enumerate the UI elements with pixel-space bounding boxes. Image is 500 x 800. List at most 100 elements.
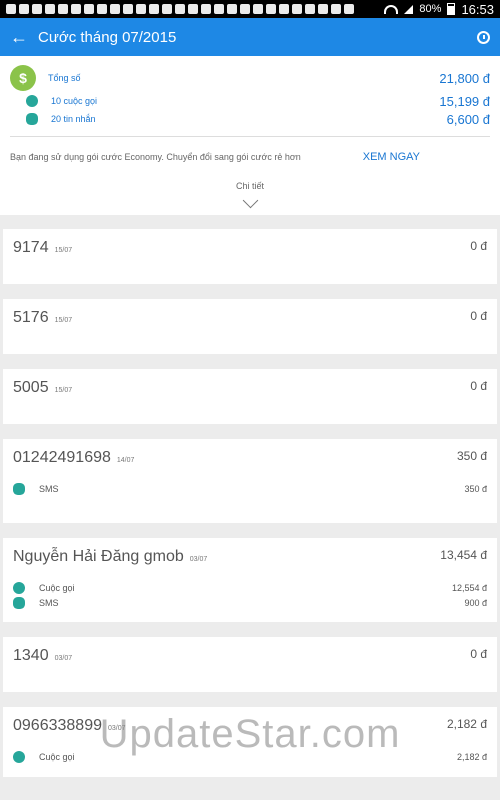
record-item-row: SMS 350 đ — [13, 481, 487, 496]
notification-icon — [201, 4, 211, 14]
record-card[interactable]: 1340 03/07 0 đ — [3, 637, 497, 692]
summary-calls-row: 10 cuộc gọi 15,199 đ — [10, 92, 490, 110]
record-name: 5005 — [13, 379, 49, 396]
notification-icon — [58, 4, 68, 14]
notification-icon — [84, 4, 94, 14]
record-date: 15/07 — [54, 387, 73, 394]
battery-percent: 80% — [419, 3, 442, 15]
record-date: 15/07 — [54, 317, 73, 324]
back-arrow-icon[interactable]: ← — [10, 27, 28, 48]
record-name: 01242491698 — [13, 449, 111, 466]
notification-icon — [6, 4, 16, 14]
record-item-value: 900 đ — [464, 597, 487, 608]
record-header: 1340 03/07 0 đ — [13, 647, 487, 665]
promo-banner: Bạn đang sử dụng gói cước Economy. Chuyể… — [10, 137, 490, 177]
record-header: 9174 15/07 0 đ — [13, 239, 487, 257]
message-icon — [13, 482, 25, 495]
status-bar: 80% 16:53 — [0, 0, 500, 18]
summary-calls-value: 15,199 đ — [439, 93, 490, 109]
record-item-label: SMS — [39, 483, 59, 494]
battery-icon — [447, 3, 456, 15]
notification-icon — [240, 4, 250, 14]
record-amount: 0 đ — [470, 309, 487, 323]
record-date: 03/07 — [189, 556, 208, 563]
notification-icon — [71, 4, 81, 14]
notification-icon — [97, 4, 107, 14]
notification-icon — [227, 4, 237, 14]
clock: 16:53 — [461, 1, 494, 17]
summary-total-row: $ Tổng số 21,800 đ — [10, 64, 490, 92]
wifi-icon — [384, 4, 399, 14]
record-amount: 0 đ — [470, 647, 487, 661]
phone-icon — [26, 95, 38, 107]
timer-icon[interactable] — [477, 30, 490, 44]
record-title: 9174 15/07 — [13, 239, 72, 257]
summary-calls-label: 10 cuộc gọi — [51, 96, 98, 106]
record-amount: 0 đ — [470, 239, 487, 253]
record-item-value: 12,554 đ — [451, 582, 487, 593]
record-date: 14/07 — [116, 457, 135, 464]
signal-icon — [404, 4, 414, 14]
notification-icon — [253, 4, 263, 14]
record-card[interactable]: Nguyễn Hải Đăng gmob 03/07 13,454 đ Cuộc gọ… — [3, 538, 497, 622]
promo-text: Bạn đang sử dụng gói cước Economy. Chuyể… — [10, 152, 301, 162]
notification-icon — [279, 4, 289, 14]
record-title: 01242491698 14/07 — [13, 449, 134, 467]
record-card[interactable]: 5005 15/07 0 đ — [3, 369, 497, 424]
summary-sms-row: 20 tin nhắn 6,600 đ — [10, 110, 490, 128]
record-amount: 0 đ — [470, 379, 487, 393]
record-item-row: SMS 900 đ — [13, 595, 487, 610]
summary-total-label: Tổng số — [48, 73, 81, 83]
record-name: Nguyễn Hải Đăng gmob — [13, 548, 184, 565]
notification-icon — [214, 4, 224, 14]
record-item-label: SMS — [39, 597, 59, 608]
message-icon — [13, 596, 25, 609]
record-card[interactable]: 9174 15/07 0 đ — [3, 229, 497, 284]
page-title: Cước tháng 07/2015 — [38, 28, 177, 46]
record-name: 1340 — [13, 647, 49, 664]
notification-icon — [45, 4, 55, 14]
app-bar: ← Cước tháng 07/2015 — [0, 18, 500, 56]
message-icon — [26, 113, 38, 125]
record-amount: 350 đ — [456, 449, 487, 463]
record-date: 03/07 — [54, 655, 73, 662]
notification-icon — [149, 4, 159, 14]
record-title: 5176 15/07 — [13, 309, 72, 327]
detail-toggle[interactable]: Chi tiết — [10, 177, 490, 215]
notification-icon — [175, 4, 185, 14]
summary-sms-value: 6,600 đ — [446, 111, 490, 127]
notification-icon — [344, 4, 354, 14]
notification-icon — [19, 4, 29, 14]
record-card[interactable]: 5176 15/07 0 đ — [3, 299, 497, 354]
notification-icon — [110, 4, 120, 14]
notification-icon — [266, 4, 276, 14]
notification-icon — [162, 4, 172, 14]
notification-icon — [188, 4, 198, 14]
record-title: Nguyễn Hải Đăng gmob 03/07 — [13, 548, 207, 566]
detail-label: Chi tiết — [235, 181, 264, 191]
chevron-down-icon — [242, 192, 258, 209]
record-card[interactable]: 01242491698 14/07 350 đ SMS 350 đ — [3, 439, 497, 523]
summary-panel: $ Tổng số 21,800 đ 10 cuộc gọi 15,199 đ … — [0, 56, 500, 215]
notification-icon — [305, 4, 315, 14]
record-name: 5176 — [13, 309, 49, 326]
record-title: 1340 03/07 — [13, 647, 72, 665]
record-date: 15/07 — [54, 247, 73, 254]
record-header: 5005 15/07 0 đ — [13, 379, 487, 397]
record-title: 5005 15/07 — [13, 379, 72, 397]
notification-icon — [123, 4, 133, 14]
watermark: UpdateStar.com — [99, 712, 401, 756]
phone-icon — [13, 581, 25, 594]
money-bag-icon: $ — [10, 65, 36, 91]
view-now-button[interactable]: XEM NGAY — [363, 151, 420, 163]
summary-total-value: 21,800 đ — [439, 70, 490, 86]
notification-icon — [292, 4, 302, 14]
record-item-label: Cuộc gọi — [39, 582, 75, 593]
record-item-row: Cuộc gọi 12,554 đ — [13, 580, 487, 595]
notification-icon — [136, 4, 146, 14]
notification-icon — [318, 4, 328, 14]
records-list: 9174 15/07 0 đ 5176 15/07 0 đ 5005 15/07 0 đ 0124… — [0, 215, 500, 777]
record-item-value: 350 đ — [464, 483, 487, 494]
